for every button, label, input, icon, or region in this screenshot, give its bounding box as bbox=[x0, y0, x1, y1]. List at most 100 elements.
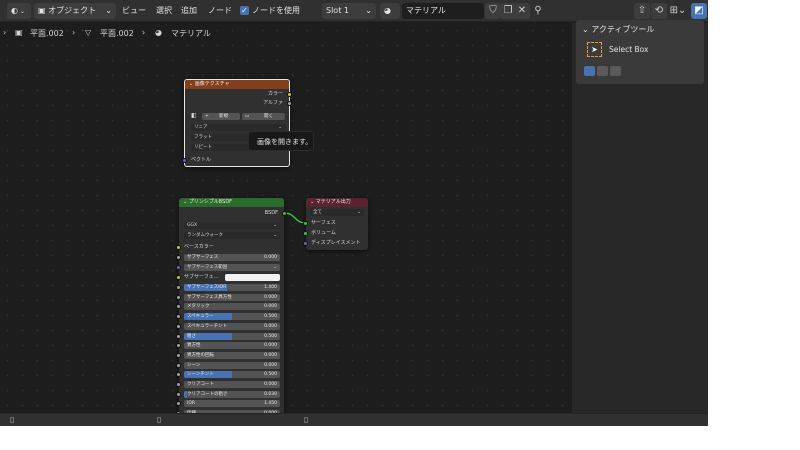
image-texture-title: 画像テクスチャ bbox=[194, 81, 230, 87]
surface-input-label: サーフェス bbox=[311, 220, 336, 226]
interpolation-value: リニア bbox=[194, 125, 208, 130]
principled-bsdf-node[interactable]: ⌄ プリンシプルBSDF BSDF GGX ⌄ ランダムウォーク ⌄ ベースカラー … bbox=[176, 198, 287, 418]
input-socket[interactable] bbox=[176, 304, 181, 310]
principled-field[interactable]: シーンチント 0.500 bbox=[184, 371, 280, 379]
principled-bsdf-title: プリンシプルBSDF bbox=[188, 199, 233, 205]
active-tool-heading[interactable]: ⌄ アクティブツール bbox=[582, 24, 654, 35]
mode-extend-icon[interactable] bbox=[597, 66, 608, 76]
new-image-label: 新規 bbox=[219, 114, 228, 119]
principled-field[interactable]: 粗さ 0.500 bbox=[184, 332, 280, 340]
field-value: 0.000 bbox=[264, 304, 277, 310]
principled-field[interactable]: 異方性 0.000 bbox=[184, 342, 280, 350]
mode-new-icon[interactable] bbox=[584, 66, 595, 76]
image-browse-icon[interactable]: ◧ bbox=[191, 112, 199, 119]
material-output-header[interactable]: ⌄ マテリアル出力 bbox=[306, 198, 368, 207]
input-socket[interactable] bbox=[176, 382, 181, 387]
field-value: 0.030 bbox=[264, 391, 277, 397]
field-value: 0.500 bbox=[264, 333, 277, 339]
extension-value: リピート bbox=[194, 145, 212, 150]
input-socket[interactable] bbox=[176, 294, 181, 300]
displacement-input-socket[interactable] bbox=[303, 241, 308, 246]
select-box-tool-icon[interactable]: ➤ bbox=[587, 42, 602, 57]
surface-input-socket[interactable] bbox=[303, 221, 308, 226]
status-bar: ▯ ▯ ▯ bbox=[0, 413, 708, 426]
image-texture-node[interactable]: ⌄ 画像テクスチャ カラー アルファ ◧ + 新規 ▭ 開く リニア ⌄ フラット… bbox=[182, 79, 292, 167]
input-socket[interactable] bbox=[176, 333, 181, 339]
chevron-down-icon: ⌄ bbox=[273, 265, 277, 270]
bsdf-output-label: BSDF bbox=[264, 210, 278, 216]
distribution-value: GGX bbox=[187, 223, 198, 228]
principled-field[interactable]: サブサーフェスIOR 1.400 bbox=[184, 284, 280, 291]
mouse-right-icon: ▯ bbox=[304, 415, 309, 424]
subsurface-color-socket[interactable] bbox=[176, 275, 181, 280]
subsurface-radius-dropdown[interactable]: サブサーフェス範囲 ⌄ bbox=[184, 264, 280, 271]
principled-field[interactable]: メタリック 0.000 bbox=[184, 303, 280, 311]
subsurface-socket[interactable] bbox=[176, 255, 181, 260]
material-output-node[interactable]: ⌄ マテリアル出力 全て ⌄ サーフェス ボリューム ディスプレイスメント bbox=[303, 198, 368, 250]
output-target-dropdown[interactable]: 全て ⌄ bbox=[310, 209, 364, 216]
blender-app: ◐ ⌄ ▣ オブジェクト ⌄ ビュー 選択 追加 ノード ✓ ノードを使用 Sl… bbox=[0, 0, 708, 426]
field-label: 異方性の回転 bbox=[187, 352, 214, 358]
principled-field[interactable]: シーン 0.000 bbox=[184, 361, 280, 369]
principled-field[interactable]: IOR 1.450 bbox=[184, 400, 280, 408]
field-value: 0.000 bbox=[264, 294, 277, 300]
field-value: 0.000 bbox=[264, 343, 277, 349]
input-socket[interactable] bbox=[176, 323, 181, 329]
subsurface-method-dropdown[interactable]: ランダムウォーク ⌄ bbox=[184, 232, 280, 239]
principled-field[interactable]: スペキュラー 0.500 bbox=[184, 313, 280, 321]
principled-field[interactable]: クリアコート 0.000 bbox=[184, 381, 280, 388]
field-value: 1.450 bbox=[264, 401, 277, 407]
bsdf-output-socket[interactable] bbox=[282, 211, 287, 216]
alpha-output-socket[interactable] bbox=[287, 101, 292, 106]
field-value: 0.500 bbox=[264, 314, 277, 320]
input-socket[interactable] bbox=[176, 372, 181, 378]
input-socket[interactable] bbox=[176, 362, 181, 368]
field-value: 0.000 bbox=[264, 362, 277, 368]
field-label: シーンチント bbox=[187, 372, 214, 378]
active-tool-title: アクティブツール bbox=[591, 25, 655, 34]
active-tool-panel: ⌄ アクティブツール ➤ Select Box bbox=[576, 20, 704, 84]
principled-field[interactable]: 異方性の回転 0.000 bbox=[184, 351, 280, 359]
chevron-down-icon: ⌄ bbox=[357, 210, 361, 215]
field-label: クリアコート bbox=[187, 382, 214, 387]
principled-field[interactable]: クリアコートの粗さ 0.030 bbox=[184, 390, 280, 398]
volume-input-socket[interactable] bbox=[303, 231, 308, 236]
field-value: 0.000 bbox=[264, 382, 277, 387]
volume-input-label: ボリューム bbox=[311, 230, 336, 236]
input-socket[interactable] bbox=[176, 314, 181, 320]
subsurface-color-swatch[interactable] bbox=[225, 274, 280, 281]
principled-field[interactable]: サブサーフェス異方性 0.000 bbox=[184, 293, 280, 301]
base-color-socket[interactable] bbox=[176, 245, 181, 250]
distribution-dropdown[interactable]: GGX ⌄ bbox=[184, 222, 280, 229]
interpolation-dropdown[interactable]: リニア ⌄ bbox=[191, 124, 285, 131]
field-label: スペキュラー bbox=[187, 314, 214, 320]
color-output-socket[interactable] bbox=[287, 92, 292, 97]
mode-subtract-icon[interactable] bbox=[610, 66, 621, 76]
principled-field[interactable]: スペキュラーチント 0.000 bbox=[184, 322, 280, 330]
field-value: 0.000 bbox=[264, 323, 277, 329]
subsurface-field[interactable]: サブサーフェス 0.000 bbox=[184, 254, 280, 261]
open-image-button[interactable]: ▭ 開く bbox=[242, 113, 285, 120]
new-image-button[interactable]: + 新規 bbox=[202, 113, 240, 120]
subsurface-radius-label: サブサーフェス範囲 bbox=[187, 265, 228, 270]
field-label: サブサーフェスIOR bbox=[187, 285, 227, 290]
input-socket[interactable] bbox=[176, 391, 181, 397]
input-socket[interactable] bbox=[176, 343, 181, 349]
collapse-chevron-icon[interactable]: ⌄ bbox=[189, 81, 193, 87]
input-socket[interactable] bbox=[176, 401, 181, 407]
vector-input-socket[interactable] bbox=[182, 158, 187, 163]
principled-bsdf-header[interactable]: ⌄ プリンシプルBSDF bbox=[179, 198, 284, 207]
chevron-down-icon: ⌄ bbox=[273, 233, 277, 238]
collapse-chevron-icon[interactable]: ⌄ bbox=[310, 199, 314, 205]
projection-value: フラット bbox=[194, 135, 212, 140]
subsurface-radius-socket[interactable] bbox=[176, 265, 181, 270]
plus-icon: + bbox=[205, 114, 209, 119]
field-value: 0.000 bbox=[264, 352, 277, 358]
input-socket[interactable] bbox=[176, 285, 181, 290]
image-texture-header[interactable]: ⌄ 画像テクスチャ bbox=[185, 80, 289, 89]
collapse-chevron-icon[interactable]: ⌄ bbox=[183, 199, 187, 205]
field-label: シーン bbox=[187, 362, 201, 368]
input-socket[interactable] bbox=[176, 352, 181, 358]
output-target-value: 全て bbox=[313, 210, 322, 215]
field-value: 0.000 bbox=[264, 255, 277, 260]
